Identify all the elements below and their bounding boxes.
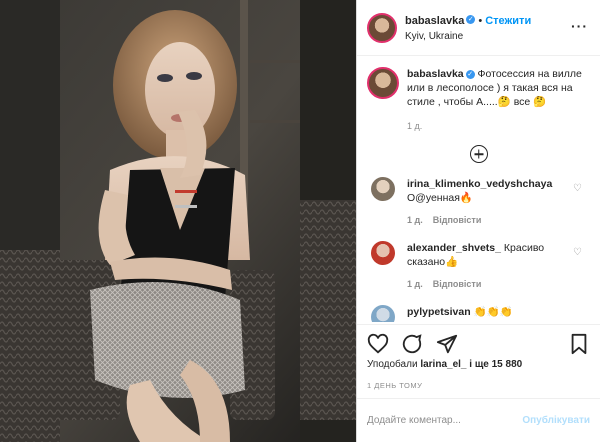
comment-meta: 1 д. Відповісти: [407, 277, 567, 291]
likes-prefix: Уподобали: [367, 359, 418, 370]
comment-age: 1 д.: [407, 279, 423, 289]
add-comment-bar: Опублікувати: [357, 398, 600, 442]
likes-summary: Уподобали larina_el_ і ще 15 880: [367, 359, 522, 370]
comment-item: alexander_shvets_ Красиво сказано👍 1 д. В…: [367, 241, 590, 291]
comment-username[interactable]: pylypetsivan: [407, 306, 471, 318]
comment-username[interactable]: alexander_shvets_: [407, 242, 501, 254]
comment-input[interactable]: [367, 415, 523, 426]
share-send-icon[interactable]: [436, 333, 458, 355]
comment-like-icon[interactable]: ♡: [573, 183, 582, 194]
caption-author-avatar[interactable]: [367, 67, 399, 99]
verified-badge-icon: ✓: [466, 14, 476, 24]
comment-item: irina_klimenko_vedyshchaya О@уенная🔥 1 д…: [367, 177, 590, 227]
save-bookmark-icon[interactable]: [568, 333, 590, 355]
comment-age: 1 д.: [407, 215, 423, 225]
author-username[interactable]: babaslavka: [405, 15, 464, 27]
post-photo[interactable]: [0, 0, 356, 442]
commenter-avatar[interactable]: [371, 177, 395, 201]
likes-user[interactable]: larina_el_: [420, 359, 466, 370]
caption-body: babaslavka ✓ Фотосессия на вилле или в ле…: [407, 67, 590, 109]
comment-body: irina_klimenko_vedyshchaya О@уенная🔥 1 д…: [407, 177, 567, 227]
comment-body: pylypetsivan 👏👏👏: [407, 305, 567, 322]
comments-section[interactable]: babaslavka ✓ Фотосессия на вилле или в ле…: [357, 57, 600, 322]
comment-body: alexander_shvets_ Красиво сказано👍 1 д. В…: [407, 241, 567, 291]
publish-comment-button[interactable]: Опублікувати: [522, 415, 590, 426]
photo-illustration: [0, 0, 356, 442]
post-side-panel: babaslavka ✓ • Стежити Kyiv, Ukraine ··· ba…: [356, 0, 600, 442]
reply-button[interactable]: Відповісти: [433, 279, 482, 289]
author-info: babaslavka ✓ • Стежити Kyiv, Ukraine: [405, 12, 531, 44]
commenter-avatar[interactable]: [371, 241, 395, 265]
more-options-icon[interactable]: ···: [571, 18, 588, 34]
comment-like-icon[interactable]: ♡: [573, 247, 582, 258]
comment-text: 👏👏👏: [473, 306, 513, 318]
like-heart-icon[interactable]: [367, 333, 389, 355]
comment-meta: 1 д. Відповісти: [407, 213, 567, 227]
comment-username[interactable]: irina_klimenko_vedyshchaya: [407, 178, 552, 190]
comment-item: pylypetsivan 👏👏👏: [367, 305, 590, 322]
post-location[interactable]: Kyiv, Ukraine: [405, 29, 531, 44]
caption-age: 1 д.: [407, 121, 423, 131]
load-more-comments-icon[interactable]: [469, 145, 488, 163]
post-timestamp: 1 ДЕНЬ ТОМУ: [367, 381, 423, 390]
comment-bubble-icon[interactable]: [401, 333, 423, 355]
verified-badge-icon: ✓: [465, 69, 475, 79]
instagram-post-modal: babaslavka ✓ • Стежити Kyiv, Ukraine ··· ba…: [0, 0, 600, 442]
post-caption: babaslavka ✓ Фотосессия на вилле или в ле…: [367, 67, 590, 109]
author-avatar[interactable]: [367, 12, 397, 43]
post-actions-bar: [357, 324, 600, 364]
post-header: babaslavka ✓ • Стежити Kyiv, Ukraine ···: [357, 0, 600, 56]
reply-button[interactable]: Відповісти: [433, 215, 482, 225]
separator-dot: •: [478, 14, 483, 27]
commenter-avatar[interactable]: [371, 305, 395, 322]
caption-username[interactable]: babaslavka: [407, 68, 464, 80]
likes-count[interactable]: і ще 15 880: [469, 359, 522, 370]
follow-button[interactable]: Стежити: [485, 15, 531, 27]
comment-text: О@уенная🔥: [407, 192, 473, 204]
